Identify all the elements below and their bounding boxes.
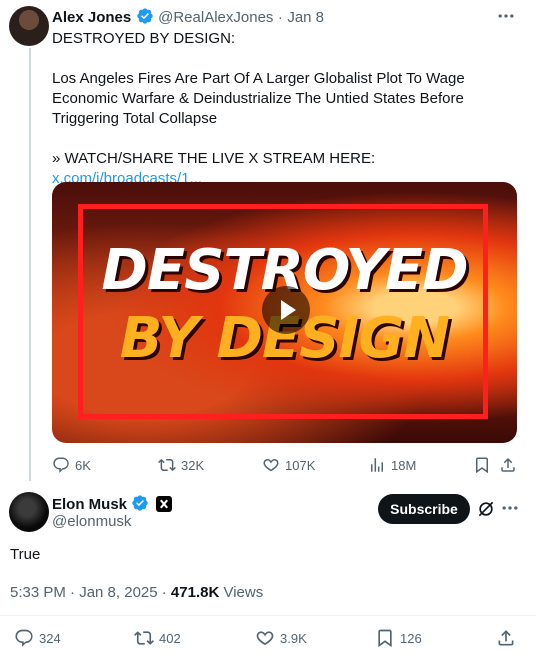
quoted-tweet-text: DESTROYED BY DESIGN: Los Angeles Fires A… <box>52 29 522 189</box>
x-affiliate-badge[interactable] <box>155 496 172 512</box>
views-label: Views <box>219 584 264 601</box>
bookmark-button[interactable]: 126 <box>375 628 422 648</box>
like-icon <box>256 631 274 645</box>
tweet-text-line: » WATCH/SHARE THE LIVE X STREAM HERE: <box>52 150 376 167</box>
tweet-text-line: DESTROYED BY DESIGN: <box>52 30 236 47</box>
share-button[interactable] <box>499 456 517 474</box>
repost-button[interactable]: 32K <box>158 456 204 474</box>
separator-dot: · <box>277 9 283 26</box>
tweet-timestamp[interactable]: 5:33 PM · Jan 8, 2025 · <box>10 584 171 601</box>
divider <box>0 615 536 616</box>
avatar-elon-musk[interactable] <box>9 492 49 532</box>
tweet-timestamp-row: 5:33 PM · Jan 8, 2025 · 471.8K Views <box>10 584 263 601</box>
reply-header-name-row: Elon Musk <box>52 494 172 514</box>
views-button[interactable]: 18M <box>368 456 416 474</box>
repost-icon <box>158 458 176 472</box>
view-count: 471.8K <box>170 584 220 601</box>
verified-badge-icon <box>136 8 153 24</box>
share-icon <box>498 630 514 646</box>
like-icon <box>263 459 279 472</box>
video-thumbnail[interactable]: DESTROYED BY DESIGN <box>52 182 517 443</box>
views-count: 18M <box>391 457 417 473</box>
reply-icon <box>53 457 69 473</box>
reply-text: True <box>10 546 41 563</box>
subscribe-button[interactable]: Subscribe <box>378 494 470 524</box>
share-icon <box>501 457 515 472</box>
like-count: 3.9K <box>280 630 307 646</box>
like-count: 107K <box>285 457 316 473</box>
repost-count: 402 <box>159 630 181 646</box>
bookmark-icon <box>378 629 392 648</box>
reply-button[interactable]: 324 <box>14 628 61 648</box>
verified-badge-icon <box>132 495 149 511</box>
share-button[interactable] <box>496 628 516 648</box>
repost-button[interactable]: 402 <box>134 628 181 648</box>
reply-count: 324 <box>39 630 61 646</box>
reply-count: 6K <box>75 457 91 473</box>
like-button[interactable]: 107K <box>262 456 315 474</box>
views-icon <box>371 458 383 472</box>
reply-icon <box>15 629 33 647</box>
quoted-tweet-header: Alex Jones @RealAlexJones · Jan 8 <box>52 7 324 27</box>
tweet-date[interactable]: Jan 8 <box>287 9 324 26</box>
bookmark-count: 126 <box>400 630 422 646</box>
grok-icon[interactable] <box>476 499 496 519</box>
more-icon[interactable] <box>496 6 520 26</box>
bookmark-button[interactable] <box>473 456 491 474</box>
author-name[interactable]: Alex Jones <box>52 9 131 26</box>
tweet-text-line: Los Angeles Fires Are Part Of A Larger G… <box>52 70 465 127</box>
play-icon[interactable] <box>262 286 310 334</box>
author-name[interactable]: Elon Musk <box>52 496 127 513</box>
like-button[interactable]: 3.9K <box>255 628 307 648</box>
repost-icon <box>134 631 154 645</box>
reply-button[interactable]: 6K <box>52 456 91 474</box>
bookmark-icon <box>476 457 488 474</box>
author-handle[interactable]: @elonmusk <box>52 513 131 530</box>
more-icon[interactable] <box>500 498 520 518</box>
author-handle[interactable]: @RealAlexJones <box>158 9 273 26</box>
avatar-alex-jones[interactable] <box>9 6 49 46</box>
repost-count: 32K <box>181 457 205 473</box>
thread-connector-line <box>29 48 31 481</box>
